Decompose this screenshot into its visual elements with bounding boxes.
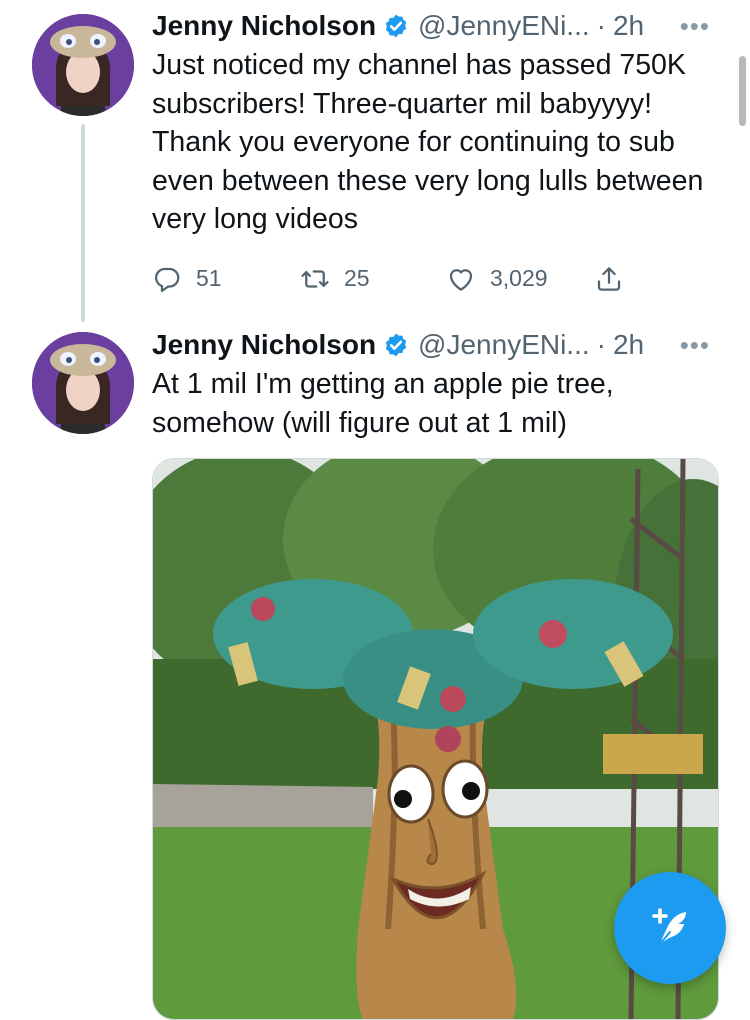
tweet-actions: 51 25 3,029	[152, 261, 732, 297]
tweet-timestamp[interactable]: 2h	[613, 6, 644, 46]
more-options-icon[interactable]: •••	[680, 6, 732, 46]
reply-count: 51	[196, 265, 222, 291]
heart-icon	[449, 268, 473, 291]
separator-dot: ·	[596, 10, 606, 41]
author-name[interactable]: Jenny Nicholson	[152, 6, 376, 46]
tweet[interactable]: Jenny Nicholson @JennyENi... · 2h ••• Ju…	[152, 6, 732, 297]
tweet[interactable]: Jenny Nicholson @JennyENi... · 2h ••• At…	[152, 325, 732, 442]
share-button[interactable]	[594, 264, 638, 294]
author-avatar[interactable]	[32, 332, 134, 434]
separator-dot: ·	[596, 329, 606, 360]
verified-badge-icon	[385, 14, 407, 38]
compose-tweet-icon	[652, 908, 686, 945]
author-avatar[interactable]	[32, 14, 134, 116]
compose-tweet-button[interactable]	[614, 872, 726, 984]
tweet-header: Jenny Nicholson @JennyENi... · 2h •••	[152, 325, 732, 365]
verified-badge-icon	[385, 333, 407, 357]
retweet-button[interactable]: 25	[300, 264, 446, 294]
thread-connector-line	[81, 124, 85, 322]
tweet-header: Jenny Nicholson @JennyENi... · 2h •••	[152, 6, 732, 46]
author-handle[interactable]: @JennyENi...	[418, 325, 590, 365]
retweet-icon	[301, 269, 329, 288]
tweet-timestamp[interactable]: 2h	[613, 325, 644, 365]
retweet-count: 25	[344, 265, 370, 291]
reply-icon	[155, 267, 180, 292]
like-count: 3,029	[490, 265, 548, 291]
tweet-text: Just noticed my channel has passed 750K …	[152, 49, 704, 235]
share-icon	[597, 266, 621, 291]
tweet-text: At 1 mil I'm getting an apple pie tree, …	[152, 368, 614, 439]
author-name[interactable]: Jenny Nicholson	[152, 325, 376, 365]
scrollbar[interactable]	[739, 56, 746, 126]
author-handle[interactable]: @JennyENi...	[418, 6, 590, 46]
more-options-icon[interactable]: •••	[680, 325, 732, 365]
reply-button[interactable]: 51	[152, 264, 300, 294]
like-button[interactable]: 3,029	[446, 264, 594, 294]
